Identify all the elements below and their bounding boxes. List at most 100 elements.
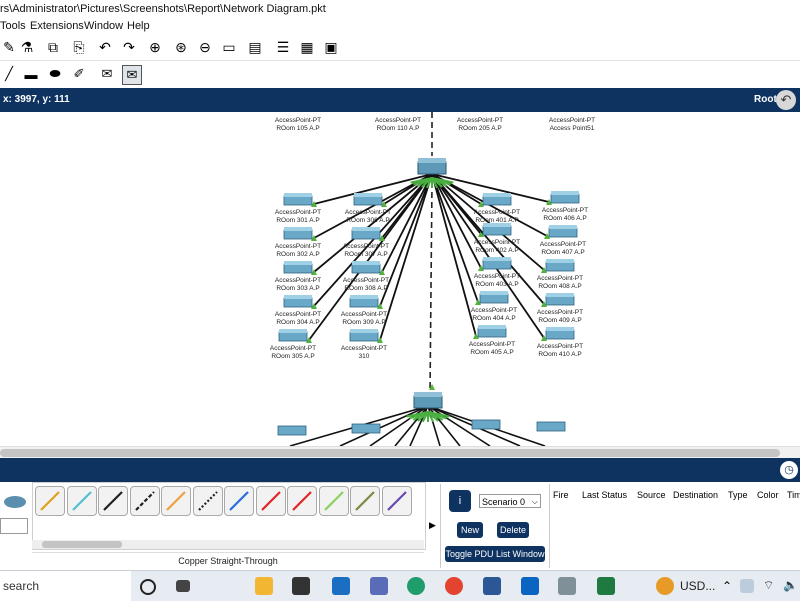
access-point-icon-ap401[interactable] xyxy=(482,195,512,206)
lower-access-point-icon-2[interactable] xyxy=(471,419,501,430)
access-point-top-ap401[interactable] xyxy=(483,193,511,197)
access-point-type-ap301[interactable]: AccessPoint-PT xyxy=(275,209,321,216)
logical-workspace[interactable]: AccessPoint-PT ROom 105 A.P AccessPoint-PT… xyxy=(0,112,800,446)
file-explorer-icon[interactable] xyxy=(255,577,273,595)
access-point-label-ap409[interactable]: ROom 409 A.P xyxy=(538,317,581,324)
access-point-label-ap105[interactable]: ROom 105 A.P xyxy=(276,125,319,132)
access-point-top-ap304[interactable] xyxy=(284,295,312,299)
access-point-label-ap305[interactable]: ROom 305 A.P xyxy=(271,353,314,360)
octal-icon[interactable] xyxy=(318,486,349,516)
access-point-type-ap205[interactable]: AccessPoint-PT xyxy=(457,117,503,124)
new-scenario-button[interactable]: New xyxy=(457,522,483,538)
access-point-label-ap51[interactable]: Access Point51 xyxy=(550,125,595,132)
server-icon[interactable]: ▦ xyxy=(298,38,316,56)
access-point-label-ap408[interactable]: ROom 408 A.P xyxy=(538,283,581,290)
delete-scenario-button[interactable]: Delete xyxy=(497,522,529,538)
cable-scroll-thumb[interactable] xyxy=(42,541,122,548)
start-circle-icon[interactable] xyxy=(140,579,156,595)
access-point-icon-ap307[interactable] xyxy=(351,229,381,240)
access-point-icon-ap410[interactable] xyxy=(545,329,575,340)
serial-dce-icon[interactable] xyxy=(255,486,286,516)
excel-icon[interactable] xyxy=(597,577,615,595)
task-view-icon[interactable] xyxy=(176,580,190,592)
access-point-top-ap303[interactable] xyxy=(284,261,312,265)
collapse-arrow-icon[interactable]: ▶ xyxy=(429,520,436,531)
access-point-type-ap405[interactable]: AccessPoint-PT xyxy=(469,341,515,348)
access-point-icon-ap408[interactable] xyxy=(545,261,575,272)
redo-icon[interactable]: ↷ xyxy=(120,38,138,56)
access-point-type-ap51[interactable]: AccessPoint-PT xyxy=(549,117,595,124)
access-point-top-ap309[interactable] xyxy=(350,295,378,299)
menu-tools[interactable]: Tools xyxy=(0,18,26,34)
access-point-icon-ap403[interactable] xyxy=(482,259,512,270)
access-point-icon-ap306[interactable] xyxy=(353,195,383,206)
copy-icon[interactable]: ⧉ xyxy=(44,38,62,56)
connections-category-icon[interactable] xyxy=(4,496,26,508)
access-point-top-ap406[interactable] xyxy=(551,191,579,195)
device-search-field[interactable] xyxy=(0,518,28,534)
access-point-icon-ap402[interactable] xyxy=(482,225,512,236)
menu-extensions[interactable]: Extensions xyxy=(30,18,84,34)
ellipse-icon[interactable]: ⬬ xyxy=(46,65,64,83)
chevron-up-icon[interactable]: ⌃ xyxy=(722,579,732,593)
access-point-type-ap303[interactable]: AccessPoint-PT xyxy=(275,277,321,284)
speaker-icon[interactable]: 🔈 xyxy=(783,578,798,592)
toggle-pdu-list-button[interactable]: Toggle PDU List Window xyxy=(445,546,545,562)
mail-icon[interactable] xyxy=(332,577,350,595)
access-point-type-ap105[interactable]: AccessPoint-PT xyxy=(275,117,321,124)
network-app-icon[interactable] xyxy=(370,577,388,595)
access-point-top-ap307[interactable] xyxy=(352,227,380,231)
access-point-top-ap407[interactable] xyxy=(549,225,577,229)
access-point-label-ap308[interactable]: ROom 308 A.P xyxy=(344,285,387,292)
magic-icon[interactable]: ⚗ xyxy=(18,38,36,56)
coaxial-icon[interactable] xyxy=(224,486,254,516)
access-point-icon-ap309[interactable] xyxy=(349,297,379,308)
access-point-type-ap408[interactable]: AccessPoint-PT xyxy=(537,275,583,282)
zoom-reset-icon[interactable]: ⊛ xyxy=(172,38,190,56)
automatic-cable-icon[interactable] xyxy=(35,486,65,516)
access-point-label-ap301[interactable]: ROom 301 A.P xyxy=(276,217,319,224)
console-cable-icon[interactable] xyxy=(66,486,97,516)
access-point-top-ap301[interactable] xyxy=(284,193,312,197)
access-point-label-ap310[interactable]: 310 xyxy=(359,353,370,360)
access-point-top-ap410[interactable] xyxy=(546,327,574,331)
taskbar-search[interactable]: search xyxy=(0,571,131,601)
access-point-type-ap309[interactable]: AccessPoint-PT xyxy=(341,311,387,318)
access-point-type-ap302[interactable]: AccessPoint-PT xyxy=(275,243,321,250)
access-point-label-ap401[interactable]: ROom 401 A.P xyxy=(475,217,518,224)
access-point-label-ap302[interactable]: ROom 302 A.P xyxy=(276,251,319,258)
access-point-icon-ap406[interactable] xyxy=(550,193,580,204)
access-point-type-ap403[interactable]: AccessPoint-PT xyxy=(474,273,520,280)
access-point-label-ap309[interactable]: ROom 309 A.P xyxy=(342,319,385,326)
edge-icon[interactable] xyxy=(407,577,425,595)
info-icon[interactable]: i xyxy=(449,490,471,512)
fiber-icon[interactable] xyxy=(161,486,191,516)
access-point-label-ap306[interactable]: ROom 306 A.P xyxy=(346,217,389,224)
undo-icon[interactable]: ↶ xyxy=(96,38,114,56)
access-point-top-ap404[interactable] xyxy=(480,291,508,295)
access-point-top-ap310[interactable] xyxy=(350,329,378,333)
access-point-top-ap402[interactable] xyxy=(483,223,511,227)
access-point-top-ap306[interactable] xyxy=(354,193,382,197)
access-point-type-ap307[interactable]: AccessPoint-PT xyxy=(343,243,389,250)
store-icon[interactable] xyxy=(292,577,310,595)
access-point-type-ap404[interactable]: AccessPoint-PT xyxy=(471,307,517,314)
open-envelope-icon[interactable]: ✉ xyxy=(122,65,142,85)
lower-access-point-icon-1[interactable] xyxy=(351,423,381,434)
access-point-label-ap307[interactable]: ROom 307 A.P xyxy=(344,251,387,258)
scenario-select[interactable]: Scenario 0 ⌵ xyxy=(479,494,541,508)
access-point-type-ap402[interactable]: AccessPoint-PT xyxy=(474,239,520,246)
access-point-type-ap310[interactable]: AccessPoint-PT xyxy=(341,345,387,352)
zoom-in-icon[interactable]: ⊕ xyxy=(146,38,164,56)
freeform-icon[interactable]: ✐ xyxy=(70,65,88,83)
access-point-type-ap305[interactable]: AccessPoint-PT xyxy=(270,345,316,352)
access-point-icon-ap301[interactable] xyxy=(283,195,313,206)
paste-icon[interactable]: ⎘ xyxy=(70,38,88,56)
access-point-label-ap405[interactable]: ROom 405 A.P xyxy=(470,349,513,356)
wifi-icon[interactable]: ⌔ xyxy=(763,578,774,593)
word-icon[interactable] xyxy=(483,577,501,595)
straight-through-icon[interactable] xyxy=(98,486,128,516)
access-point-type-ap409[interactable]: AccessPoint-PT xyxy=(537,309,583,316)
access-point-label-ap402[interactable]: ROom 402 A.P xyxy=(475,247,518,254)
access-point-type-ap406[interactable]: AccessPoint-PT xyxy=(542,207,588,214)
